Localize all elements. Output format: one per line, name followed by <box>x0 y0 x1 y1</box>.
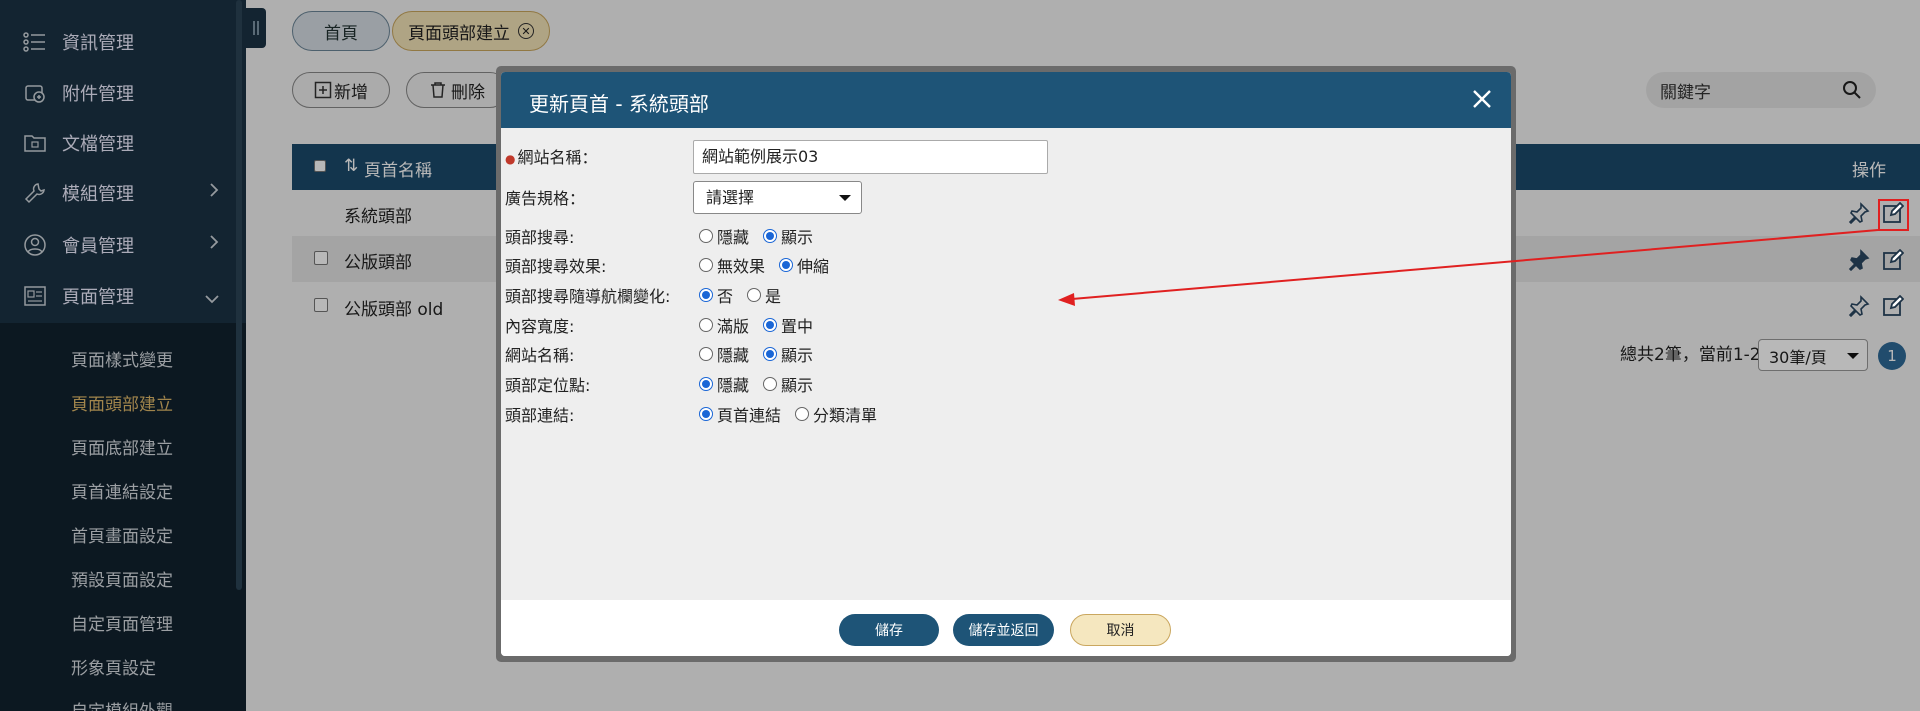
radio-label: 置中 <box>781 317 814 336</box>
site-name-label-text: 網站名稱： <box>517 148 598 167</box>
modal-body: ● 網站名稱： 網站範例展示03 廣告規格： 請選擇 頭部搜尋: 隱藏 顯示 頭部… <box>501 128 1511 600</box>
highlight-box <box>1878 199 1909 231</box>
radio-option[interactable]: 滿版 <box>699 313 749 337</box>
header-search-radios: 隱藏 顯示 <box>699 224 827 248</box>
radio-option[interactable]: 隱藏 <box>699 342 749 366</box>
content-width-label: 內容寬度: <box>505 317 575 336</box>
radio-button-checked[interactable] <box>763 318 778 332</box>
content-width-radios: 滿版 置中 <box>699 313 827 337</box>
required-indicator: ● <box>505 152 516 166</box>
radio-label: 隱藏 <box>717 346 750 365</box>
radio-label: 滿版 <box>717 317 750 336</box>
radio-option[interactable]: 否 <box>699 283 733 307</box>
radio-label: 顯示 <box>781 228 814 247</box>
radio-button-checked[interactable] <box>699 377 713 391</box>
radio-button[interactable] <box>763 377 778 391</box>
radio-button[interactable] <box>699 258 713 272</box>
save-button[interactable]: 儲存 <box>839 614 939 646</box>
anchor-label: 頭部定位點: <box>505 376 591 395</box>
anchor-radios: 隱藏 顯示 <box>699 372 827 396</box>
radio-label: 是 <box>765 287 782 306</box>
cancel-button[interactable]: 取消 <box>1070 614 1171 646</box>
radio-button-checked[interactable] <box>779 258 794 272</box>
radio-label: 頁首連結 <box>717 406 782 425</box>
radio-option[interactable]: 是 <box>747 283 781 307</box>
ad-spec-select[interactable]: 請選擇 <box>693 181 862 214</box>
radio-button-checked[interactable] <box>699 288 713 302</box>
radio-button-checked[interactable] <box>763 347 778 361</box>
site-name-label: ● 網站名稱： <box>505 144 598 168</box>
pin-icon[interactable] <box>1848 202 1870 225</box>
radio-option[interactable]: 顯示 <box>763 224 813 248</box>
pin-icon[interactable] <box>1848 249 1870 272</box>
search-effect-label: 頭部搜尋效果: <box>505 257 607 276</box>
radio-button[interactable] <box>747 288 762 302</box>
radio-option[interactable]: 伸縮 <box>779 253 829 277</box>
header-link-label: 頭部連結: <box>505 406 575 425</box>
modal-header: 更新頁首 - 系統頭部 <box>501 72 1511 128</box>
radio-label: 分類清單 <box>813 406 878 425</box>
radio-button[interactable] <box>699 347 713 361</box>
radio-option[interactable]: 隱藏 <box>699 372 749 396</box>
pin-icon[interactable] <box>1848 295 1870 318</box>
update-header-dialog: 更新頁首 - 系統頭部 ● 網站名稱： 網站範例展示03 廣告規格： 請選擇 頭部… <box>501 72 1511 656</box>
radio-option[interactable]: 隱藏 <box>699 224 749 248</box>
radio-label: 隱藏 <box>717 228 750 247</box>
site-name-toggle-label: 網站名稱: <box>505 346 575 365</box>
radio-option[interactable]: 分類清單 <box>795 402 877 426</box>
radio-option[interactable]: 顯示 <box>763 372 813 396</box>
modal-title: 更新頁首 - 系統頭部 <box>529 92 709 116</box>
edit-icon[interactable] <box>1882 294 1905 317</box>
follow-nav-radios: 否 是 <box>699 283 795 307</box>
radio-label: 隱藏 <box>717 376 750 395</box>
header-link-radios: 頁首連結 分類清單 <box>699 402 891 426</box>
caret-down-icon <box>839 195 851 201</box>
header-search-label: 頭部搜尋: <box>505 228 575 247</box>
radio-label: 否 <box>717 287 734 306</box>
radio-option[interactable]: 顯示 <box>763 342 813 366</box>
modal-footer: 儲存 儲存並返回 取消 <box>501 600 1511 656</box>
search-effect-radios: 無效果 伸縮 <box>699 253 843 277</box>
radio-option[interactable]: 置中 <box>763 313 813 337</box>
save-and-return-button[interactable]: 儲存並返回 <box>953 614 1054 646</box>
radio-label: 顯示 <box>781 346 814 365</box>
radio-button[interactable] <box>699 318 713 332</box>
follow-nav-label: 頭部搜尋隨導航欄變化: <box>505 287 671 306</box>
ad-spec-label: 廣告規格： <box>505 189 586 208</box>
radio-button[interactable] <box>699 229 713 243</box>
radio-option[interactable]: 頁首連結 <box>699 402 781 426</box>
radio-button[interactable] <box>795 407 810 421</box>
edit-icon[interactable] <box>1882 248 1905 271</box>
radio-label: 顯示 <box>781 376 814 395</box>
close-icon[interactable] <box>1469 86 1495 112</box>
site-name-input[interactable]: 網站範例展示03 <box>693 140 1048 174</box>
ad-spec-value: 請選擇 <box>706 188 755 207</box>
radio-option[interactable]: 無效果 <box>699 253 765 277</box>
radio-button-checked[interactable] <box>699 407 713 421</box>
site-name-radios: 隱藏 顯示 <box>699 342 827 366</box>
radio-button-checked[interactable] <box>763 229 778 243</box>
radio-label: 伸縮 <box>797 257 830 276</box>
radio-label: 無效果 <box>717 257 766 276</box>
